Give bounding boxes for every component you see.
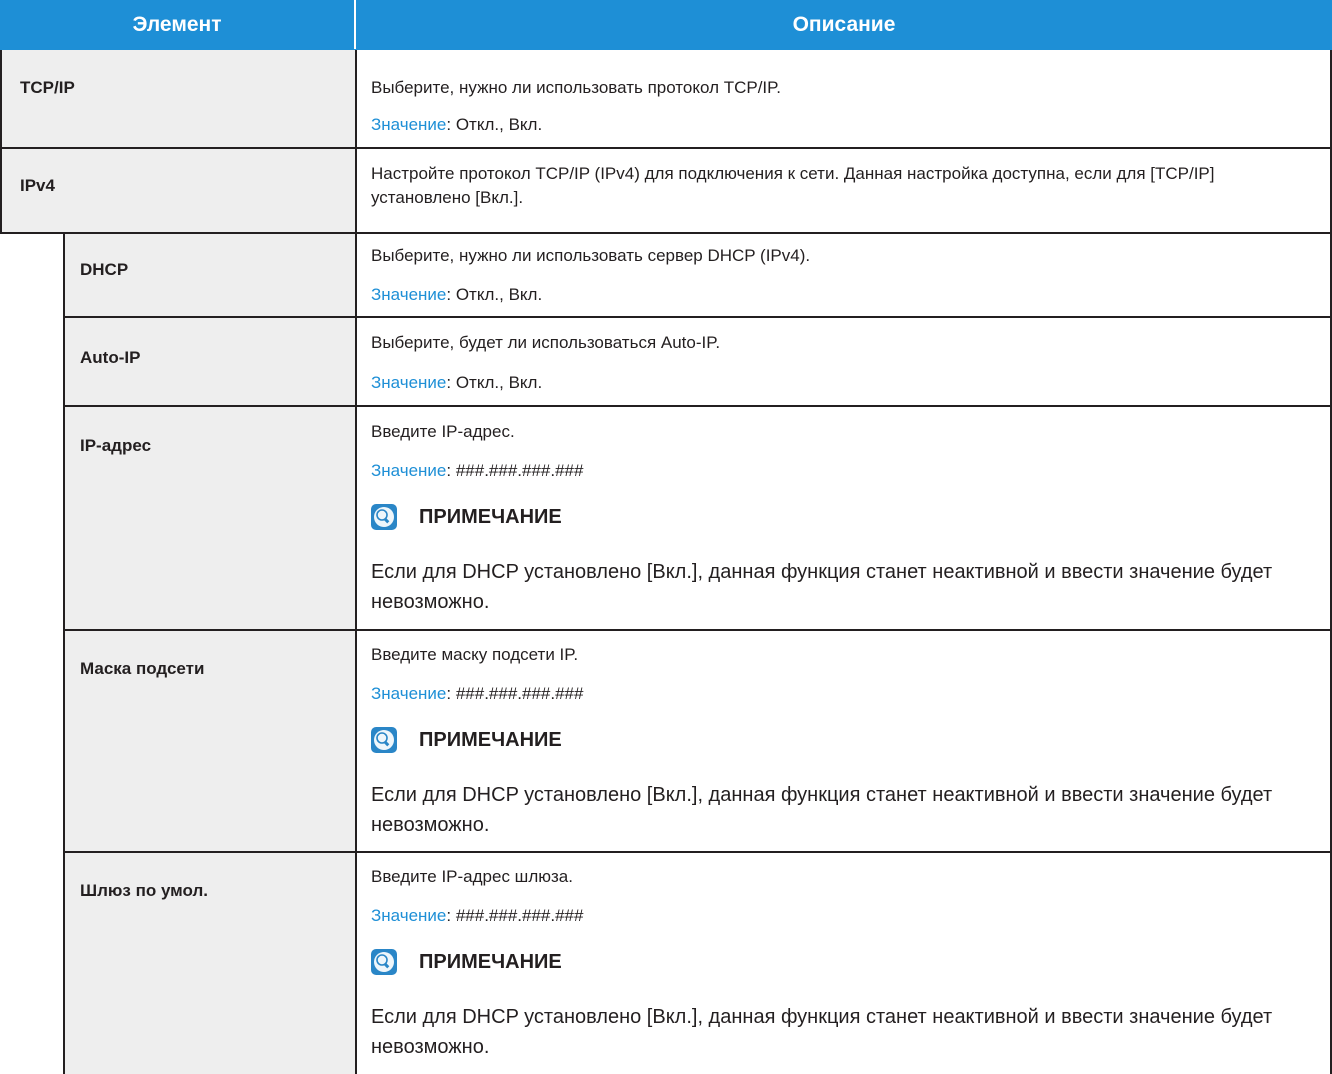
settings-table: Элемент Описание (0, 0, 1332, 50)
note-title: ПРИМЕЧАНИЕ (371, 949, 562, 975)
row-value-ip-address: Значение: ###.###.###.### (371, 461, 584, 480)
row-label-default-gateway: Шлюз по умол. (80, 881, 209, 900)
row-bg-tcpip (0, 50, 355, 147)
row-value-default-gateway: Значение: ###.###.###.### (371, 906, 584, 925)
row-label-tcpip: TCP/IP (20, 78, 75, 97)
header-item-column: Элемент (0, 0, 356, 49)
row-desc-auto-ip: Выберите, будет ли использоваться Auto-I… (371, 333, 721, 352)
value-label: Значение (371, 115, 447, 134)
row-desc-dhcp: Выберите, нужно ли использовать сервер D… (371, 246, 811, 265)
row-label-ipv4: IPv4 (20, 176, 55, 195)
row-value-subnet-mask: Значение: ###.###.###.### (371, 684, 584, 703)
lightbulb-icon (371, 727, 397, 753)
row-value-tcpip: Значение: Откл., Вкл. (371, 115, 543, 134)
row-desc-subnet-mask: Введите маску подсети IP. (371, 645, 579, 664)
row-label-subnet-mask: Маска подсети (80, 659, 205, 678)
row-value-auto-ip: Значение: Откл., Вкл. (371, 373, 543, 392)
row-desc-default-gateway: Введите IP-адрес шлюза. (371, 867, 573, 886)
row-label-auto-ip: Auto-IP (80, 348, 141, 367)
header-description-column: Описание (792, 12, 896, 36)
lightbulb-icon (371, 504, 397, 530)
row-label-ip-address: IP-адрес (80, 436, 152, 455)
note-title: ПРИМЕЧАНИЕ (371, 727, 562, 753)
row-value-dhcp: Значение: Откл., Вкл. (371, 285, 543, 304)
note-body: Если для DHCP установлено [Вкл.], данная… (371, 1006, 1273, 1058)
note-body: Если для DHCP установлено [Вкл.], данная… (371, 561, 1273, 613)
row-label-dhcp: DHCP (80, 260, 129, 279)
row-desc-ipv4: Настройте протокол TCP/IP (IPv4) для под… (371, 164, 1215, 207)
row-desc-ip-address: Введите IP-адрес. (371, 422, 515, 441)
lightbulb-icon (371, 949, 397, 975)
note-title: ПРИМЕЧАНИЕ (371, 504, 562, 530)
row-desc-tcpip: Выберите, нужно ли использовать протокол… (371, 78, 782, 97)
note-body: Если для DHCP установлено [Вкл.], данная… (371, 784, 1273, 836)
table-header: Элемент Описание (0, 0, 1332, 50)
